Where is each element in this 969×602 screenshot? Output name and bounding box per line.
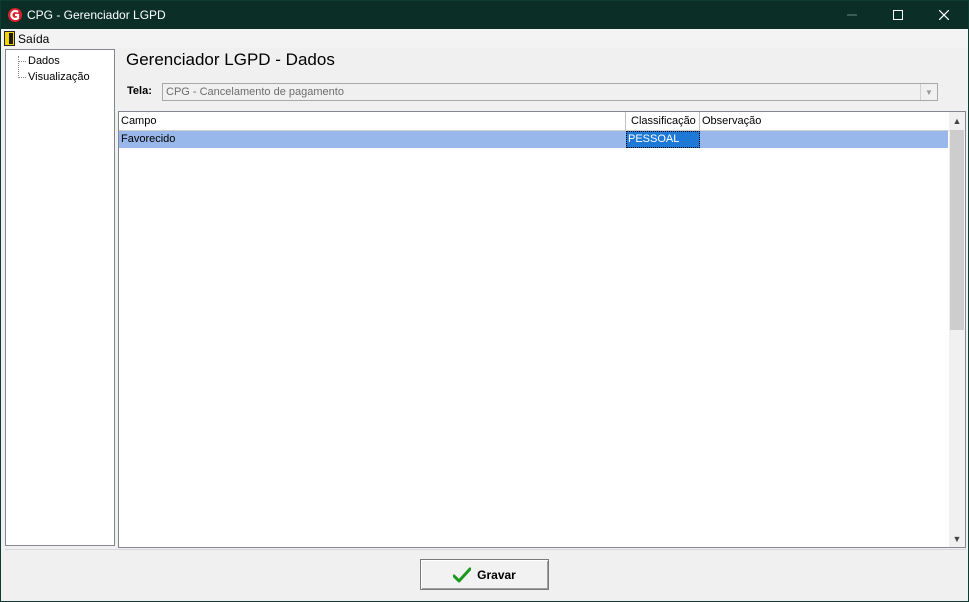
scrollbar-thumb[interactable] bbox=[950, 130, 964, 330]
navigation-tree: Dados Visualização bbox=[5, 49, 115, 546]
tree-connector bbox=[18, 61, 26, 62]
tree-item-dados[interactable]: Dados bbox=[28, 55, 60, 67]
close-icon bbox=[939, 10, 949, 20]
tela-select[interactable]: CPG - Cancelamento de pagamento ▼ bbox=[162, 83, 938, 101]
table-row[interactable]: Favorecido PESSOAL bbox=[119, 131, 948, 148]
scroll-down-icon[interactable]: ▼ bbox=[949, 530, 965, 547]
column-header-classificacao[interactable]: Classificação bbox=[626, 112, 700, 130]
exit-door-icon bbox=[4, 31, 15, 46]
app-window: CPG - Gerenciador LGPD Saída Dados Visua… bbox=[0, 0, 969, 602]
minimize-button[interactable] bbox=[829, 1, 875, 29]
menu-item-saida[interactable]: Saída bbox=[4, 30, 49, 47]
cell-observacao[interactable] bbox=[700, 131, 948, 148]
grid-header: Campo Classificação Observação bbox=[119, 112, 950, 131]
gravar-button[interactable]: Gravar bbox=[420, 559, 549, 590]
column-header-campo[interactable]: Campo bbox=[119, 112, 626, 130]
cell-campo[interactable]: Favorecido bbox=[119, 131, 626, 148]
tree-connector bbox=[18, 56, 19, 78]
cell-classificacao[interactable]: PESSOAL bbox=[626, 131, 700, 148]
chevron-down-icon[interactable]: ▼ bbox=[920, 84, 937, 100]
gravar-button-label: Gravar bbox=[477, 567, 516, 582]
window-title: CPG - Gerenciador LGPD bbox=[27, 8, 166, 22]
minimize-icon bbox=[847, 14, 857, 16]
menu-bar: Saída bbox=[1, 29, 968, 48]
data-grid: Campo Classificação Observação Favorecid… bbox=[118, 111, 966, 548]
tela-label: Tela: bbox=[127, 85, 152, 97]
title-bar: CPG - Gerenciador LGPD bbox=[1, 1, 968, 29]
maximize-button[interactable] bbox=[875, 1, 921, 29]
vertical-scrollbar[interactable]: ▲ ▼ bbox=[949, 112, 965, 547]
menu-item-label: Saída bbox=[18, 31, 50, 46]
checkmark-icon bbox=[453, 567, 472, 582]
tree-item-visualizacao[interactable]: Visualização bbox=[28, 71, 90, 83]
page-title: Gerenciador LGPD - Dados bbox=[126, 50, 335, 69]
scroll-up-icon[interactable]: ▲ bbox=[949, 112, 965, 129]
column-header-observacao[interactable]: Observação bbox=[700, 112, 950, 130]
tela-select-value: CPG - Cancelamento de pagamento bbox=[166, 86, 344, 98]
maximize-icon bbox=[893, 10, 903, 20]
close-button[interactable] bbox=[921, 1, 967, 29]
tree-connector bbox=[18, 77, 26, 78]
app-logo-icon bbox=[8, 8, 22, 22]
